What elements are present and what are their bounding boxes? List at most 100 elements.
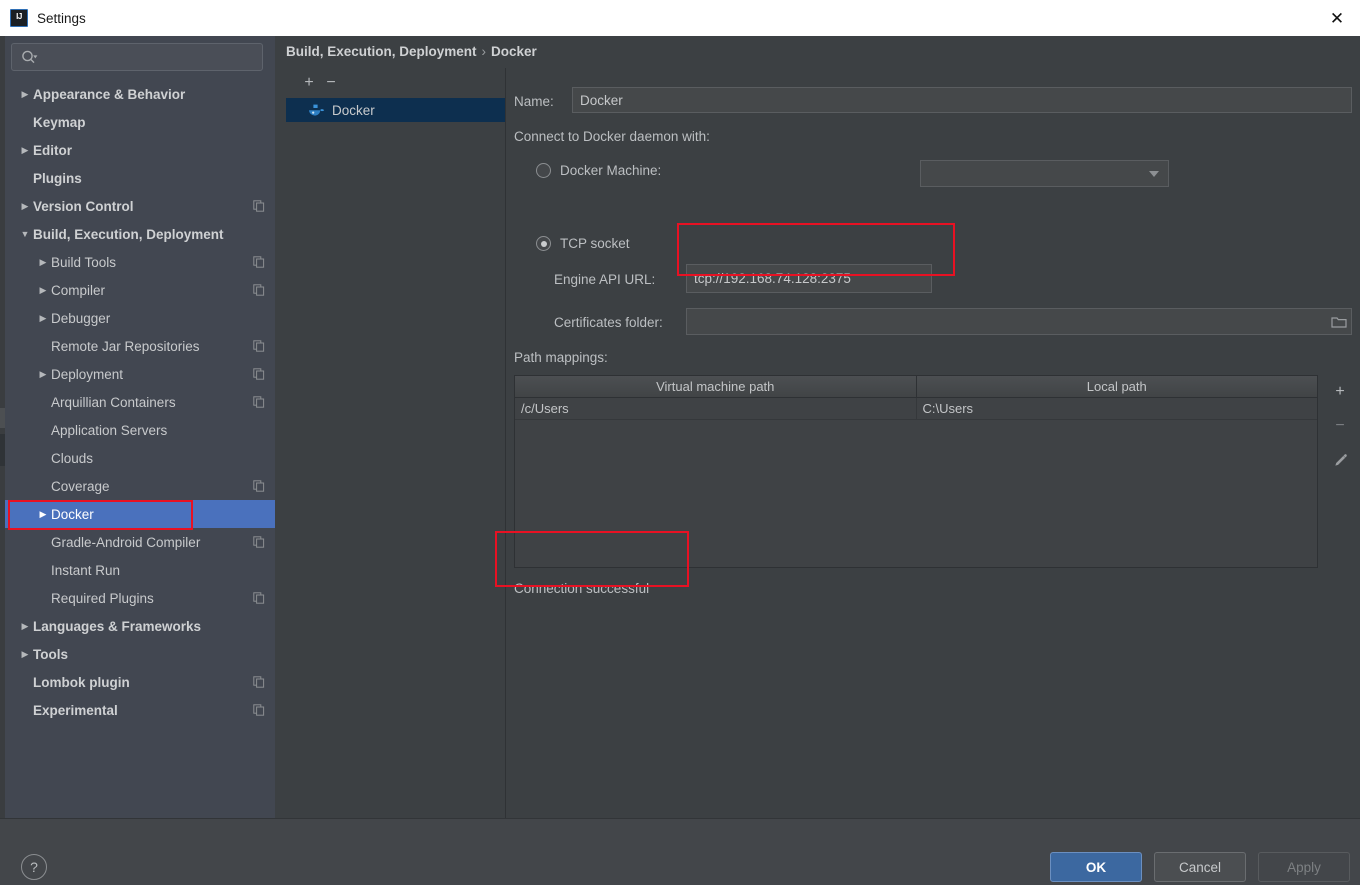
settings-sidebar: ▶ Appearance & Behavior Keymap ▶ Editor Plu… — [5, 36, 275, 818]
sidebar-item-label: Build Tools — [51, 254, 117, 270]
chevron-right-icon[interactable]: ▶ — [17, 649, 33, 659]
dialog-footer: ? OK Cancel Apply — [0, 818, 1360, 885]
sidebar-item-arquillian-containers[interactable]: Arquillian Containers — [5, 388, 275, 416]
certificates-folder-input[interactable] — [686, 308, 1352, 335]
settings-tree: ▶ Appearance & Behavior Keymap ▶ Editor Plu… — [5, 80, 275, 724]
window-title-bar: Settings ✕ — [0, 0, 1360, 36]
sidebar-item-build-execution-deployment[interactable]: ▼ Build, Execution, Deployment — [5, 220, 275, 248]
sidebar-item-appearance-behavior[interactable]: ▶ Appearance & Behavior — [5, 80, 275, 108]
add-mapping-button[interactable]: + — [1326, 375, 1354, 409]
sidebar-item-coverage[interactable]: Coverage — [5, 472, 275, 500]
edit-mapping-button[interactable] — [1326, 443, 1354, 477]
docker-machine-radio[interactable] — [536, 163, 551, 178]
sidebar-item-plugins[interactable]: Plugins — [5, 164, 275, 192]
help-button[interactable]: ? — [21, 854, 47, 880]
chevron-right-icon[interactable]: ▶ — [35, 285, 51, 295]
docker-machine-radio-row[interactable]: Docker Machine: — [536, 163, 661, 178]
name-label: Name: — [514, 94, 554, 109]
docker-detail-form: Name: Docker Connect to Docker daemon wi… — [506, 68, 1360, 818]
tcp-socket-radio-row[interactable]: TCP socket — [536, 236, 630, 251]
sidebar-item-tools[interactable]: ▶ Tools — [5, 640, 275, 668]
table-row[interactable]: /c/Users C:\Users — [515, 398, 1317, 420]
sidebar-item-instant-run[interactable]: Instant Run — [5, 556, 275, 584]
sidebar-item-docker[interactable]: ▶ Docker — [5, 500, 275, 528]
search-icon — [22, 50, 38, 64]
sidebar-item-keymap[interactable]: Keymap — [5, 108, 275, 136]
sidebar-item-label: Required Plugins — [51, 590, 154, 606]
table-cell[interactable]: /c/Users — [515, 398, 916, 419]
docker-config-list-panel: + − Docker — [286, 68, 506, 818]
close-icon[interactable]: ✕ — [1314, 0, 1360, 36]
chevron-right-icon[interactable]: ▶ — [35, 509, 51, 519]
path-mappings-table[interactable]: Virtual machine path Local path /c/Users C… — [514, 375, 1318, 568]
apply-button[interactable]: Apply — [1258, 852, 1350, 882]
sidebar-item-gradle-android-compiler[interactable]: Gradle-Android Compiler — [5, 528, 275, 556]
docker-machine-label: Docker Machine: — [560, 163, 662, 178]
engine-api-url-input[interactable]: tcp://192.168.74.128:2375 — [686, 264, 932, 293]
sidebar-item-clouds[interactable]: Clouds — [5, 444, 275, 472]
remove-mapping-button[interactable]: − — [1326, 409, 1354, 443]
sidebar-item-version-control[interactable]: ▶ Version Control — [5, 192, 275, 220]
path-mappings-table-body: /c/Users C:\Users — [515, 398, 1317, 420]
breadcrumb-current: Docker — [491, 44, 537, 59]
copy-settings-icon — [253, 284, 265, 296]
sidebar-item-label: Docker — [51, 506, 94, 522]
cancel-button[interactable]: Cancel — [1154, 852, 1246, 882]
sidebar-item-label: Tools — [33, 646, 68, 662]
chevron-right-icon[interactable]: ▶ — [17, 621, 33, 631]
path-mappings-table-header: Virtual machine path Local path — [515, 376, 1317, 398]
engine-api-url-label: Engine API URL: — [554, 272, 656, 287]
sidebar-item-label: Appearance & Behavior — [33, 86, 186, 102]
sidebar-item-lombok-plugin[interactable]: Lombok plugin — [5, 668, 275, 696]
search-field[interactable] — [11, 43, 263, 72]
copy-settings-icon — [253, 704, 265, 716]
chevron-down-icon[interactable]: ▼ — [17, 229, 33, 239]
search-input[interactable] — [42, 44, 261, 72]
copy-settings-icon — [253, 340, 265, 352]
chevron-right-icon[interactable]: ▶ — [35, 257, 51, 267]
sidebar-item-build-tools[interactable]: ▶ Build Tools — [5, 248, 275, 276]
sidebar-item-debugger[interactable]: ▶ Debugger — [5, 304, 275, 332]
tcp-socket-radio[interactable] — [536, 236, 551, 251]
sidebar-item-label: Clouds — [51, 450, 94, 466]
breadcrumb-parent[interactable]: Build, Execution, Deployment — [286, 44, 477, 59]
name-input[interactable]: Docker — [572, 87, 1352, 113]
sidebar-item-languages-frameworks[interactable]: ▶ Languages & Frameworks — [5, 612, 275, 640]
sidebar-item-label: Instant Run — [51, 562, 121, 578]
table-column-header[interactable]: Virtual machine path — [515, 376, 916, 397]
sidebar-item-deployment[interactable]: ▶ Deployment — [5, 360, 275, 388]
sidebar-item-label: Build, Execution, Deployment — [33, 226, 224, 242]
connection-status-message: Connection successful — [514, 581, 650, 596]
docker-whale-icon — [309, 104, 325, 116]
table-column-header[interactable]: Local path — [915, 376, 1318, 397]
config-list-item[interactable]: Docker — [286, 98, 505, 122]
config-list-item-label: Docker — [332, 102, 375, 118]
ok-button[interactable]: OK — [1050, 852, 1142, 882]
folder-icon[interactable] — [1331, 315, 1347, 329]
chevron-right-icon[interactable]: ▶ — [35, 313, 51, 323]
sidebar-item-label: Coverage — [51, 478, 110, 494]
sidebar-item-editor[interactable]: ▶ Editor — [5, 136, 275, 164]
table-cell[interactable]: C:\Users — [915, 398, 1318, 419]
sidebar-item-required-plugins[interactable]: Required Plugins — [5, 584, 275, 612]
chevron-right-icon[interactable]: ▶ — [35, 369, 51, 379]
add-configuration-button[interactable]: + — [298, 72, 320, 94]
sidebar-item-compiler[interactable]: ▶ Compiler — [5, 276, 275, 304]
sidebar-item-remote-jar-repositories[interactable]: Remote Jar Repositories — [5, 332, 275, 360]
docker-machine-combobox[interactable] — [920, 160, 1169, 187]
sidebar-item-application-servers[interactable]: Application Servers — [5, 416, 275, 444]
path-mappings-table-toolbar: + − — [1326, 375, 1354, 568]
chevron-right-icon[interactable]: ▶ — [17, 145, 33, 155]
chevron-right-icon[interactable]: ▶ — [17, 89, 33, 99]
tcp-socket-label: TCP socket — [560, 236, 630, 251]
remove-configuration-button[interactable]: − — [320, 72, 342, 94]
sidebar-item-label: Deployment — [51, 366, 124, 382]
connect-to-daemon-label: Connect to Docker daemon with: — [514, 129, 710, 144]
sidebar-item-experimental[interactable]: Experimental — [5, 696, 275, 724]
path-mappings-label: Path mappings: — [514, 350, 608, 365]
chevron-right-icon[interactable]: ▶ — [17, 201, 33, 211]
